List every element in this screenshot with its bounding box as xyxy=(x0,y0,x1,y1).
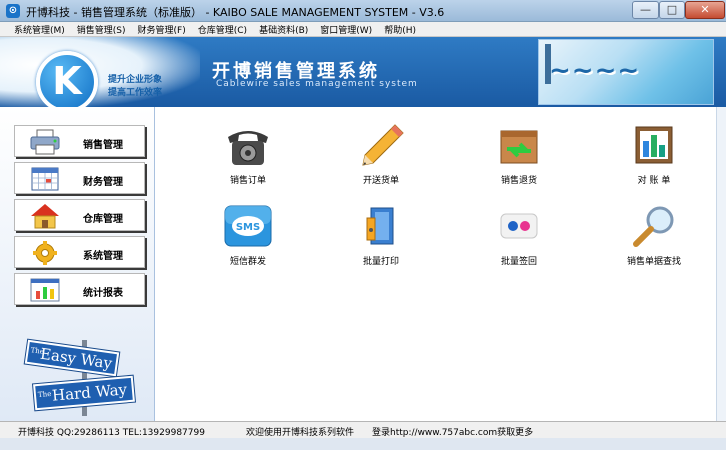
title-bar: ⊙ 开博科技 - 销售管理系统（标准版） - KAIBO SALE MANAGE… xyxy=(0,0,726,22)
window-bottom-border xyxy=(0,438,726,450)
hard-way-text: Hard Way xyxy=(51,380,128,405)
sidebar-item-label: 统计报表 xyxy=(83,288,123,299)
feature-sms-broadcast[interactable]: SMS 短信群发 xyxy=(203,204,293,267)
feature-batch-print[interactable]: 批量打印 xyxy=(336,204,426,267)
easy-way-hard-way-sign: The Easy Way The Hard Way xyxy=(22,339,140,416)
feature-label: 销售单据查找 xyxy=(626,257,681,267)
sidebar-item-label: 仓库管理 xyxy=(83,214,123,225)
sidebar-item-system[interactable]: 系统管理 xyxy=(14,236,145,268)
status-website[interactable]: 登录http://www.757abc.com获取更多 xyxy=(372,425,722,438)
magnifier-icon xyxy=(633,206,674,247)
sidebar-item-reports[interactable]: 统计报表 xyxy=(14,273,145,305)
easy-way-sign: The Easy Way xyxy=(24,339,120,377)
sidebar-item-label: 销售管理 xyxy=(83,140,123,151)
close-button[interactable]: ✕ xyxy=(685,1,725,19)
sidebar-item-label: 系统管理 xyxy=(83,251,123,262)
feature-label: 对 账 单 xyxy=(637,176,671,186)
feature-label: 销售订单 xyxy=(229,176,266,186)
status-bar: 开博科技 QQ:29286113 TEL:13929987799 欢迎使用开博科… xyxy=(0,421,726,438)
menu-finance[interactable]: 财务管理(F) xyxy=(138,23,186,36)
app-icon[interactable]: ⊙ xyxy=(6,4,20,18)
minimize-button[interactable]: — xyxy=(632,1,659,19)
feature-sales-doc-search[interactable]: 销售单据查找 xyxy=(609,204,699,267)
sign-back-icon xyxy=(500,213,538,239)
pencil-icon xyxy=(362,124,404,166)
menu-sales[interactable]: 销售管理(S) xyxy=(77,23,126,36)
sidebar-item-finance[interactable]: 财务管理 xyxy=(14,162,145,194)
header-banner: K 提升企业形象 提高工作效率 开博销售管理系统 Cablewire sales… xyxy=(0,37,726,113)
banner-wave xyxy=(0,37,200,107)
menu-window[interactable]: 窗口管理(W) xyxy=(320,23,372,36)
feature-sales-order[interactable]: 销售订单 xyxy=(203,123,293,186)
sign-the: The xyxy=(37,389,52,400)
telephone-icon xyxy=(228,131,268,165)
window-title: 开博科技 - 销售管理系统（标准版） - KAIBO SALE MANAGEME… xyxy=(26,6,445,19)
return-box-icon xyxy=(500,130,538,164)
menu-system[interactable]: 系统管理(M) xyxy=(14,23,65,36)
feature-label: 开送货单 xyxy=(362,176,399,186)
menu-help[interactable]: 帮助(H) xyxy=(384,23,416,36)
house-icon xyxy=(31,204,59,229)
feature-label: 短信群发 xyxy=(229,257,266,267)
sidebar-item-label: 财务管理 xyxy=(83,177,123,188)
kaibo-logo: K xyxy=(36,51,98,113)
status-company: 开博科技 QQ:29286113 TEL:13929987799 xyxy=(18,428,205,438)
maximize-button[interactable]: □ xyxy=(659,1,685,19)
feature-sales-return[interactable]: 销售退货 xyxy=(474,123,564,186)
sidebar-item-warehouse[interactable]: 仓库管理 xyxy=(14,199,145,231)
printer-icon xyxy=(30,129,60,155)
app-subtitle: Cablewire sales management system xyxy=(216,79,418,89)
menu-bar: 系统管理(M) 销售管理(S) 财务管理(F) 仓库管理(C) 基础资料(B) … xyxy=(0,22,726,37)
sidebar-item-sales[interactable]: 销售管理 xyxy=(14,125,145,157)
menu-basic-data[interactable]: 基础资料(B) xyxy=(259,23,308,36)
status-welcome: 欢迎使用开博科技系列软件 xyxy=(246,428,355,438)
left-sidebar: 销售管理 财务管理 仓库管理 系统管理 统计报表 The Easy Way Th… xyxy=(0,107,155,421)
easy-way-text: Easy Way xyxy=(39,344,114,373)
svg-text:SMS: SMS xyxy=(236,222,260,233)
feature-delivery-note[interactable]: 开送货单 xyxy=(336,123,426,186)
feature-label: 批量打印 xyxy=(362,257,399,267)
banner-picture: ~~~~ xyxy=(538,39,714,105)
sms-icon: SMS xyxy=(224,205,272,247)
calendar-icon xyxy=(31,167,59,191)
bar-chart-icon xyxy=(30,278,60,302)
menu-warehouse[interactable]: 仓库管理(C) xyxy=(198,23,247,36)
banner-graphic-text: ~~~~ xyxy=(549,56,641,86)
main-panel: 销售订单 开送货单 销售退货 对 账 单 SMS 短信群发 批量打印 批量签回 … xyxy=(156,107,716,421)
slogan-line-1: 提升企业形象 xyxy=(108,75,163,85)
feature-label: 批量签回 xyxy=(500,257,537,267)
right-edge xyxy=(716,107,726,421)
gear-icon xyxy=(33,241,57,265)
hard-way-sign: The Hard Way xyxy=(33,375,135,411)
statement-chart-icon xyxy=(635,126,673,164)
feature-batch-sign-back[interactable]: 批量签回 xyxy=(474,204,564,267)
feature-label: 销售退货 xyxy=(500,176,537,186)
print-folder-icon xyxy=(366,207,394,245)
sign-the: The xyxy=(30,346,45,356)
feature-statement[interactable]: 对 账 单 xyxy=(609,123,699,186)
slogan-line-2: 提高工作效率 xyxy=(108,88,163,98)
